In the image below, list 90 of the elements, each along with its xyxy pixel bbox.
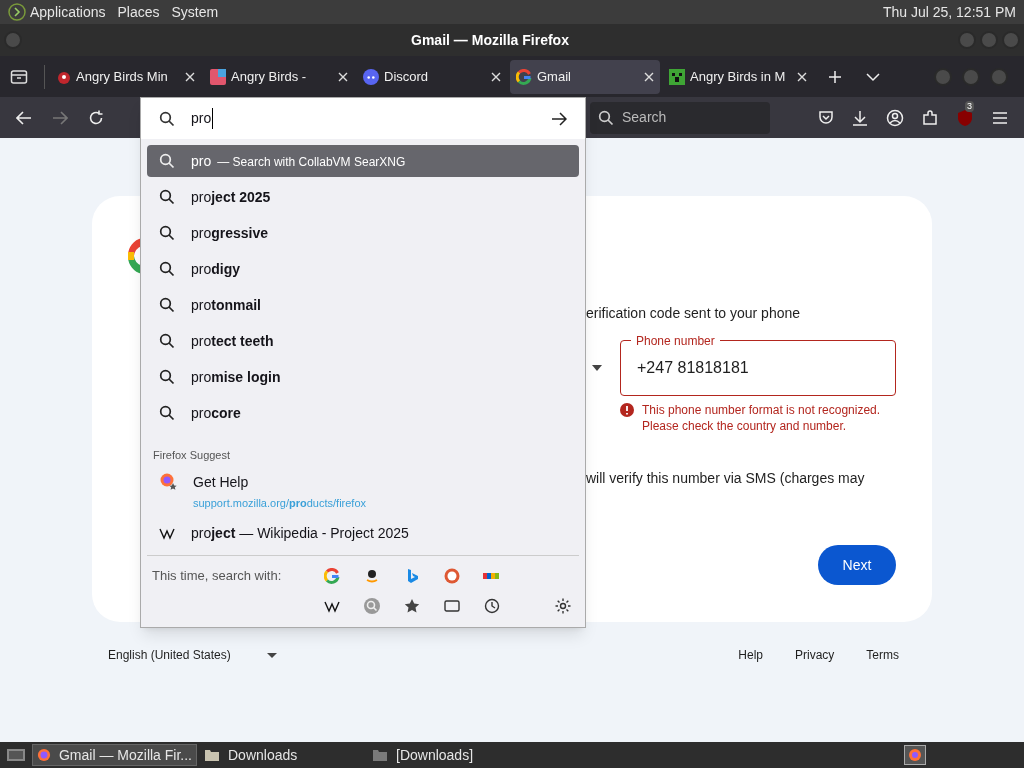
taskbar-item[interactable]: Downloads [200,744,365,766]
back-arrow-icon[interactable] [16,110,32,125]
tab-title: Angry Birds - [231,67,308,86]
search-icon [159,369,175,385]
arrow-right-icon[interactable] [551,111,567,126]
error-icon [620,403,634,417]
account-icon[interactable] [886,108,904,127]
suggestion-row[interactable]: progressive [147,217,579,249]
star-icon [404,598,420,614]
taskbar-item[interactable]: [Downloads] [368,744,533,766]
caret-down-icon[interactable] [592,365,602,371]
section-label: Firefox Suggest [152,448,232,463]
chevron-down-icon[interactable] [866,71,880,82]
search-icon [159,110,175,127]
tray-icon[interactable] [10,68,28,85]
settings-icon[interactable] [554,597,572,615]
search-icon [159,261,175,277]
close-icon[interactable] [338,71,348,82]
suggestion-row[interactable]: Get Help support.mozilla.org/products/firefox [147,469,579,513]
show-desktop-icon[interactable] [6,747,26,763]
search-icon [159,333,175,349]
footer-link[interactable]: Help [738,646,763,664]
browser-tab[interactable]: Angry Birds in M [663,59,813,94]
browser-tab[interactable]: Gmail [510,59,660,94]
forward-arrow-icon[interactable] [52,110,68,125]
close-icon[interactable] [644,71,654,82]
footer-link[interactable]: Privacy [795,646,835,664]
browser-tab[interactable]: Discord [357,59,507,94]
tab-title: Gmail [537,67,572,86]
sms-note-text: will verify this number via SMS (charges may [586,469,866,488]
download-icon[interactable] [852,109,868,126]
clock: Thu Jul 25, 12:51 PM [882,2,1016,22]
google-icon [516,68,532,85]
terminal-logo-icon [8,3,26,21]
magnifier-icon [363,597,381,615]
search-icon [159,153,175,169]
firefox-tray-icon[interactable] [904,745,926,765]
error-message: This phone number format is not recognized. Please check the country and number. [642,402,882,434]
panel-menu[interactable]: Places [117,1,160,23]
suggestion-row[interactable]: protonmail [147,289,579,321]
google-icon [324,568,340,584]
window-title: Gmail — Mozilla Firefox [410,30,570,50]
search-placeholder: Search [622,108,667,127]
block-icon [669,68,685,85]
pocket-icon[interactable] [818,109,834,126]
reload-icon[interactable] [88,109,104,126]
folder-icon [372,748,388,762]
tab-icon [444,599,460,613]
language-select[interactable]: English (United States) [108,646,277,664]
next-button[interactable]: Next [818,545,896,585]
close-icon[interactable] [491,71,501,82]
suggestion-row[interactable]: prodigy [147,253,579,285]
tab-title: Angry Birds Min [76,67,169,86]
search-icon [159,225,175,241]
suggestion-row[interactable]: project — Wikipedia - Project 2025 [147,517,579,549]
suggestion-row[interactable]: project 2025 [147,181,579,213]
close-icon[interactable] [797,71,807,82]
footer-link[interactable]: Terms [866,646,899,664]
search-field[interactable]: Search [590,101,770,134]
suggestion-row[interactable]: promise login [147,361,579,393]
folder-icon [204,748,220,762]
search-with-label: This time, search with: [152,567,283,586]
address-field[interactable]: pro [141,98,585,139]
browser-tab[interactable]: Angry Birds - [204,59,354,94]
clock-icon [484,598,500,614]
taskbar-item[interactable]: Gmail — Mozilla Fir... [32,744,197,766]
browser-tab[interactable]: Angry Birds Min [51,59,201,94]
search-icon [159,297,175,313]
panel-menu[interactable]: Applications [30,1,106,23]
search-icon [159,189,175,205]
tab-title: Discord [384,67,430,86]
suggestion-row[interactable]: protect teeth [147,325,579,357]
close-icon[interactable] [185,71,195,82]
panel-menu[interactable]: System [171,1,219,23]
tab-title: Angry Birds in M [690,67,787,86]
search-icon [598,109,614,126]
suggestion-row[interactable]: procore [147,397,579,429]
firefox-icon [37,747,51,763]
plus-icon[interactable] [828,69,842,84]
address-text: pro [191,108,214,129]
phone-value: +247 81818181 [637,358,749,378]
prompt-text: erification code sent to your phone [586,304,802,323]
firefox-icon [159,471,177,490]
search-mode-button[interactable] [482,596,502,616]
discord-icon [363,68,379,85]
search-icon [159,405,175,421]
suggestion-row[interactable]: pro — Search with CollabVM SearXNG [147,145,579,177]
caret-down-icon [266,652,277,658]
extension-badge: 3 [965,100,974,112]
menu-icon[interactable] [992,110,1008,125]
